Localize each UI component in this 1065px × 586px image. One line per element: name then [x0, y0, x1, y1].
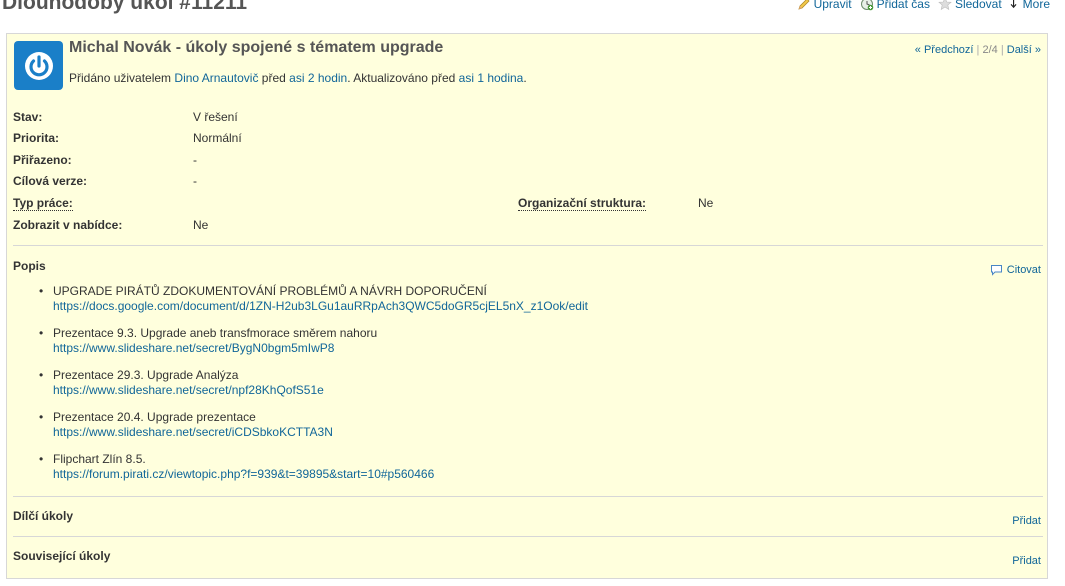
issue-actions: Upravit Přidat čas Sledovat More — [797, 0, 1050, 11]
divider — [13, 245, 1043, 246]
quote-button[interactable]: Citovat — [990, 264, 1041, 276]
issue-author-line: Přidáno uživatelem Dino Arnautovič před … — [69, 71, 527, 85]
time-add-icon — [860, 0, 873, 11]
comment-icon — [990, 265, 1002, 276]
watch-button[interactable]: Sledovat — [938, 0, 1002, 11]
edit-icon — [797, 0, 810, 10]
list-item: • Prezentace 29.3. Upgrade Analýza https… — [33, 368, 588, 410]
issue-subject: Michal Novák - úkoly spojené s tématem u… — [69, 39, 444, 56]
description-link[interactable]: https://forum.pirati.cz/viewtopic.php?f=… — [53, 467, 588, 482]
edit-button[interactable]: Upravit — [797, 0, 852, 11]
description-link[interactable]: https://www.slideshare.net/secret/BygN0b… — [53, 341, 588, 356]
description-list: • UPGRADE PIRÁTŮ ZDOKUMENTOVÁNÍ PROBLÉMŮ… — [33, 284, 588, 494]
avatar — [14, 41, 63, 90]
previous-link[interactable]: « Předchozí — [915, 44, 974, 56]
quote-label: Citovat — [1006, 264, 1041, 276]
org-value: Ne — [698, 196, 714, 210]
description-title: Popis — [13, 259, 46, 273]
list-item: • UPGRADE PIRÁTŮ ZDOKUMENTOVÁNÍ PROBLÉMŮ… — [39, 284, 588, 314]
author-prefix: Přidáno uživatelem — [69, 71, 172, 85]
edit-label: Upravit — [813, 0, 852, 11]
related-issues-title: Související úkoly — [13, 549, 111, 563]
priority-value: Normální — [193, 131, 242, 145]
list-item: • Prezentace 9.3. Upgrade aneb transfmor… — [33, 326, 588, 368]
subtasks-title: Dílčí úkoly — [13, 509, 74, 523]
status-value: V řešení — [193, 110, 238, 124]
more-label: More — [1022, 0, 1050, 11]
issue-box: Michal Novák - úkoly spojené s tématem u… — [6, 33, 1048, 579]
description-link[interactable]: https://docs.google.com/document/d/1ZN-H… — [53, 299, 588, 314]
list-item: • Flipchart Zlín 8.5. https://forum.pira… — [33, 452, 588, 494]
arrow-down-icon — [1010, 0, 1017, 9]
updated-prefix: . Aktualizováno před — [347, 71, 456, 85]
assignee-value: - — [193, 153, 197, 167]
more-button[interactable]: More — [1010, 0, 1050, 11]
page-title: Dlouhodobý úkol #11211 — [2, 0, 248, 14]
watch-label: Sledovat — [954, 0, 1002, 11]
add-time-label: Přidat čas — [876, 0, 930, 11]
created-link[interactable]: asi 2 hodin — [289, 71, 347, 85]
star-icon — [938, 0, 952, 11]
description-link[interactable]: https://www.slideshare.net/secret/npf28K… — [53, 383, 588, 398]
add-time-button[interactable]: Přidat čas — [860, 0, 930, 11]
position-counter: 2/4 — [982, 44, 998, 56]
version-value: - — [193, 174, 197, 188]
author-link[interactable]: Dino Arnautovič — [174, 71, 258, 85]
add-relation-button[interactable]: Přidat — [1012, 555, 1041, 567]
next-link[interactable]: Další » — [1007, 44, 1041, 56]
add-subtask-button[interactable]: Přidat — [1012, 515, 1041, 527]
description-link[interactable]: https://www.slideshare.net/secret/iCDSbk… — [53, 425, 588, 440]
list-item: • Prezentace 20.4. Upgrade prezentace ht… — [33, 410, 588, 452]
issue-navigation: « Předchozí | 2/4 | Další » — [914, 44, 1041, 56]
author-before: před — [261, 71, 286, 85]
divider — [13, 496, 1043, 497]
updated-suffix: . — [523, 71, 527, 85]
power-icon — [24, 51, 53, 80]
menu-value: Ne — [193, 218, 209, 232]
updated-link[interactable]: asi 1 hodina — [459, 71, 524, 85]
divider — [13, 536, 1043, 537]
